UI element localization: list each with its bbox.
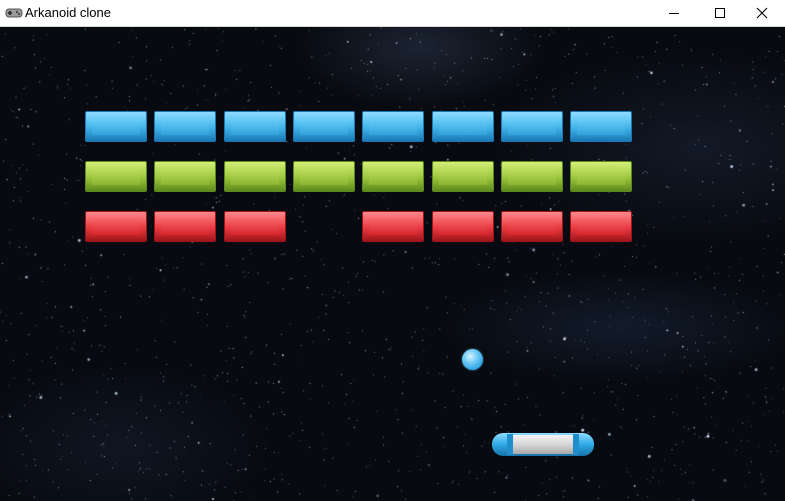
blue-brick (570, 111, 632, 142)
game-window: Arkanoid clone (0, 0, 785, 501)
green-brick (224, 161, 286, 192)
gamepad-icon (5, 8, 23, 18)
maximize-button[interactable] (697, 0, 743, 26)
minimize-button[interactable] (651, 0, 697, 26)
red-brick (224, 211, 286, 242)
red-brick (570, 211, 632, 242)
starfield-background (0, 27, 785, 501)
close-icon (756, 7, 768, 19)
window-title: Arkanoid clone (25, 5, 111, 20)
blue-brick (154, 111, 216, 142)
blue-brick (432, 111, 494, 142)
blue-brick (362, 111, 424, 142)
green-brick (154, 161, 216, 192)
maximize-icon (715, 8, 725, 18)
paddle[interactable] (491, 432, 595, 457)
green-brick (362, 161, 424, 192)
blue-brick (224, 111, 286, 142)
green-brick (85, 161, 147, 192)
blue-brick (501, 111, 563, 142)
green-brick (570, 161, 632, 192)
red-brick (154, 211, 216, 242)
blue-brick (85, 111, 147, 142)
minimize-icon (669, 13, 679, 14)
red-brick (85, 211, 147, 242)
ball (462, 349, 483, 370)
green-brick (432, 161, 494, 192)
red-brick (362, 211, 424, 242)
title-bar[interactable]: Arkanoid clone (0, 0, 785, 27)
red-brick (432, 211, 494, 242)
red-brick (501, 211, 563, 242)
green-brick (293, 161, 355, 192)
game-canvas[interactable] (0, 27, 785, 501)
green-brick (501, 161, 563, 192)
blue-brick (293, 111, 355, 142)
close-button[interactable] (739, 0, 785, 26)
